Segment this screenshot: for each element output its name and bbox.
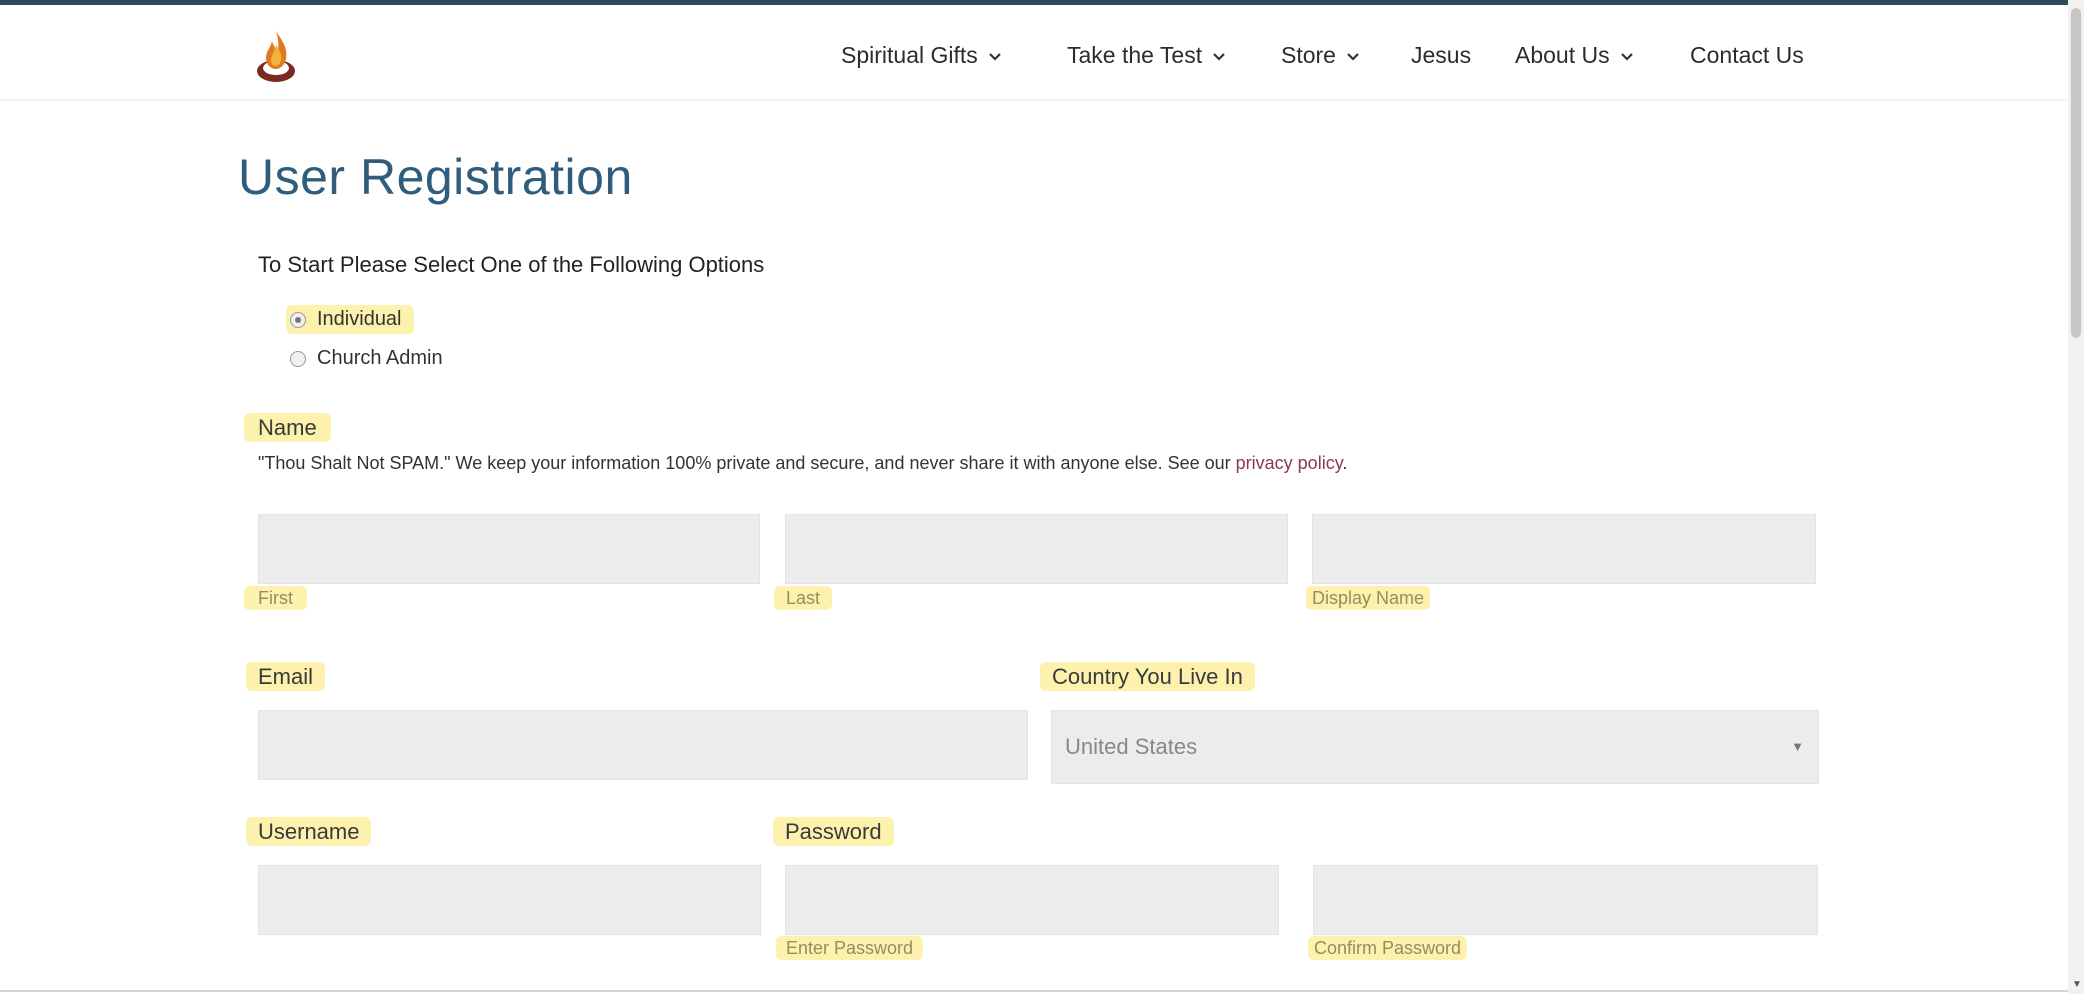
chevron-down-icon xyxy=(1213,53,1225,61)
caret-down-icon: ▼ xyxy=(1791,739,1804,754)
option-individual[interactable]: Individual xyxy=(286,305,414,334)
confirm-password-label: Confirm Password xyxy=(1308,936,1468,960)
page-title: User Registration xyxy=(238,149,633,205)
viewport-bottom-edge xyxy=(0,990,2068,992)
display-name-input[interactable] xyxy=(1313,515,1815,583)
spam-note: "Thou Shalt Not SPAM." We keep your info… xyxy=(258,453,1348,473)
first-name-field[interactable] xyxy=(258,514,760,584)
scroll-down-arrow-icon[interactable]: ▼ xyxy=(2072,979,2082,990)
confirm-password-input[interactable] xyxy=(1314,866,1817,934)
password-label: Password xyxy=(773,817,894,846)
first-label: First xyxy=(244,586,307,610)
username-input[interactable] xyxy=(259,866,760,934)
display-name-field[interactable] xyxy=(1312,514,1816,584)
nav-store[interactable]: Store xyxy=(1281,35,1360,75)
email-input[interactable] xyxy=(259,711,1027,779)
nav-about-us[interactable]: About Us xyxy=(1515,35,1634,75)
last-name-input[interactable] xyxy=(786,515,1287,583)
email-field[interactable] xyxy=(258,710,1028,780)
nav-spiritual-gifts[interactable]: Spiritual Gifts xyxy=(841,35,1002,75)
last-label: Last xyxy=(774,586,833,610)
confirm-password-field[interactable] xyxy=(1313,865,1818,935)
option-church-admin[interactable]: Church Admin xyxy=(290,347,443,370)
display-name-label: Display Name xyxy=(1306,586,1431,610)
intro-text: To Start Please Select One of the Follow… xyxy=(258,252,765,277)
email-label: Email xyxy=(246,662,326,691)
privacy-policy-link[interactable]: privacy policy xyxy=(1236,453,1343,473)
country-label: Country You Live In xyxy=(1040,662,1255,691)
nav-jesus[interactable]: Jesus xyxy=(1411,35,1471,75)
nav-take-the-test[interactable]: Take the Test xyxy=(1067,35,1226,75)
page-scrollbar[interactable]: ▼ xyxy=(2068,0,2084,994)
password-field[interactable] xyxy=(785,865,1279,935)
first-name-input[interactable] xyxy=(259,515,759,583)
radio-individual[interactable] xyxy=(290,311,306,328)
chevron-down-icon xyxy=(1347,53,1359,61)
scrollbar-thumb[interactable] xyxy=(2071,8,2081,338)
chevron-down-icon xyxy=(988,53,1001,61)
main-nav: Spiritual Gifts Take the Test Store Jesu… xyxy=(0,35,2068,75)
last-name-field[interactable] xyxy=(785,514,1288,584)
radio-church-admin[interactable] xyxy=(290,350,306,367)
name-label: Name xyxy=(244,413,331,442)
enter-password-label: Enter Password xyxy=(776,936,924,960)
country-select[interactable]: United States ▼ xyxy=(1051,710,1819,784)
username-label: Username xyxy=(246,817,372,846)
password-input[interactable] xyxy=(786,866,1278,934)
username-field[interactable] xyxy=(258,865,761,935)
chevron-down-icon xyxy=(1620,53,1633,61)
nav-contact-us[interactable]: Contact Us xyxy=(1690,35,1804,75)
site-header: Spiritual Gifts Take the Test Store Jesu… xyxy=(0,5,2068,99)
